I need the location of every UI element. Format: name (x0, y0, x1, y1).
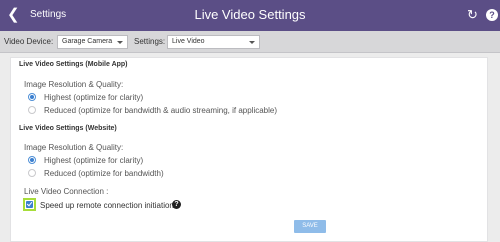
radio-unselected[interactable] (28, 106, 36, 114)
app-header: ❮ Settings Live Video Settings ↻ ? (0, 0, 500, 31)
chevron-down-icon (249, 41, 255, 44)
connection-label: Live Video Connection : (24, 187, 109, 196)
radio-selected[interactable] (28, 156, 36, 164)
mobile-option-highest[interactable]: Highest (optimize for clarity) (28, 92, 228, 104)
settings-label: Settings: (134, 37, 166, 46)
mobile-option-highest-label: Highest (optimize for clarity) (44, 93, 144, 102)
website-option-highest[interactable]: Highest (optimize for clarity) (28, 155, 228, 167)
website-option-reduced[interactable]: Reduced (optimize for bandwidth) (28, 168, 228, 180)
page-title: Live Video Settings (194, 7, 306, 22)
question-icon[interactable]: ? (172, 200, 181, 209)
help-icon[interactable]: ? (486, 9, 498, 21)
mobile-section-title: Live Video Settings (Mobile App) (19, 61, 128, 68)
device-toolbar: Video Device: Garage Camera Settings: Li… (0, 31, 500, 53)
checkbox-checked-icon (26, 201, 33, 208)
settings-value: Live Video (172, 38, 205, 45)
settings-select[interactable]: Live Video (167, 35, 260, 49)
speed-up-label[interactable]: Speed up remote connection initiation (40, 201, 174, 210)
refresh-icon[interactable]: ↻ (467, 7, 479, 23)
website-option-reduced-label: Reduced (optimize for bandwidth) (44, 169, 164, 178)
radio-unselected[interactable] (28, 169, 36, 177)
video-device-label: Video Device: (4, 37, 54, 46)
website-resolution-label: Image Resolution & Quality: (24, 143, 124, 152)
speed-up-checkbox[interactable] (23, 198, 36, 211)
video-device-value: Garage Camera (62, 38, 113, 45)
mobile-resolution-label: Image Resolution & Quality: (24, 80, 124, 89)
radio-selected[interactable] (28, 93, 36, 101)
mobile-option-reduced[interactable]: Reduced (optimize for bandwidth & audio … (28, 105, 308, 117)
chevron-down-icon (117, 41, 123, 44)
website-section-title: Live Video Settings (Website) (19, 125, 117, 132)
website-option-highest-label: Highest (optimize for clarity) (44, 156, 144, 165)
mobile-option-reduced-label: Reduced (optimize for bandwidth & audio … (44, 106, 278, 115)
save-button[interactable]: SAVE (294, 220, 326, 233)
video-device-select[interactable]: Garage Camera (57, 35, 128, 49)
